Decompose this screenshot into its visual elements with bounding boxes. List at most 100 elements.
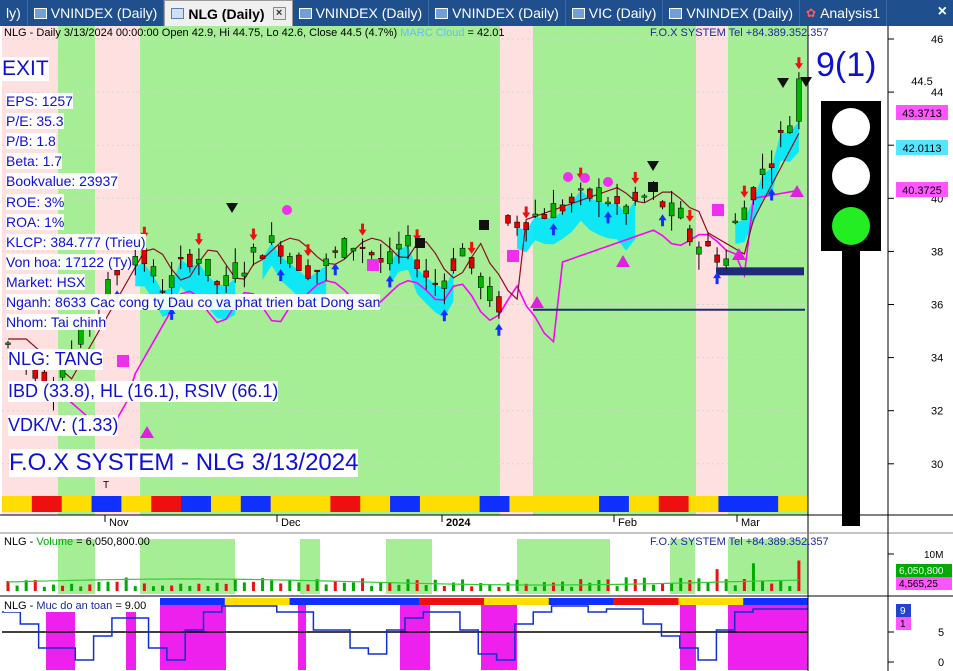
volume-bar xyxy=(788,586,792,591)
tab-prefix[interactable]: ly) xyxy=(0,0,28,26)
tab-vnindex-4[interactable]: VNINDEX (Daily) xyxy=(663,0,800,26)
circle-marker-icon xyxy=(603,177,613,187)
candle-body xyxy=(496,296,502,313)
candle-body xyxy=(214,281,220,286)
date-label: Mar xyxy=(741,517,760,529)
tab-nlg[interactable]: NLG (Daily) × xyxy=(164,0,293,26)
volume-bar xyxy=(415,580,419,591)
volume-bar xyxy=(15,585,19,591)
fundamental-item: P/B: 1.8 xyxy=(6,133,56,150)
candle-body xyxy=(432,282,439,285)
candle-body xyxy=(259,255,266,259)
tab-label: Analysis1 xyxy=(820,5,880,21)
tab-vnindex-3[interactable]: VNINDEX (Daily) xyxy=(429,0,566,26)
candle-body xyxy=(150,266,157,277)
tab-bar: ly) VNINDEX (Daily) NLG (Daily) × VNINDEX… xyxy=(0,0,953,26)
candle-body xyxy=(341,238,348,258)
status-strip-cell xyxy=(748,496,779,512)
tab-vic[interactable]: VIC (Daily) xyxy=(566,0,664,26)
chart-area[interactable]: 10M6,050,8004,565,25 5091 46444240383634… xyxy=(0,26,953,671)
safety-zone xyxy=(298,604,306,670)
volume-bar xyxy=(697,578,701,591)
tab-label: VNINDEX (Daily) xyxy=(686,5,793,21)
candle-body xyxy=(59,369,66,378)
volume-bar xyxy=(179,583,183,591)
volume-bar xyxy=(361,578,365,591)
volume-bar xyxy=(651,584,655,591)
candle-body xyxy=(723,258,729,266)
tab-vnindex-1[interactable]: VNINDEX (Daily) xyxy=(28,0,165,26)
volume-bar xyxy=(242,582,246,591)
volume-bar xyxy=(606,579,610,591)
circle-marker-icon xyxy=(563,172,573,182)
status-strip-cell xyxy=(628,496,660,512)
safety-strip-cell xyxy=(548,598,614,605)
candle-body xyxy=(468,257,475,269)
candle-body xyxy=(141,248,148,265)
volume-bar xyxy=(51,584,55,591)
fundamental-item: Nhom: Tai chinh xyxy=(6,314,107,331)
signal-count: 9(1) xyxy=(816,46,877,84)
volume-bar xyxy=(688,580,692,591)
status-strip-cell xyxy=(539,496,570,512)
candle-body xyxy=(241,272,248,277)
candle-body xyxy=(514,221,520,228)
chart-window-icon xyxy=(171,8,185,19)
fundamental-item: Market: HSX xyxy=(6,273,86,290)
fundamental-item: Nganh: 8633 Cac cong ty Dau co va phat t… xyxy=(6,294,381,310)
volume-bar xyxy=(470,586,474,591)
tab-vnindex-2[interactable]: VNINDEX (Daily) xyxy=(293,0,430,26)
status-strip-cell xyxy=(419,496,451,512)
close-tab-icon[interactable]: × xyxy=(272,7,286,20)
date-label: Feb xyxy=(618,517,637,529)
volume-bar xyxy=(188,585,192,591)
candle-body xyxy=(487,286,493,301)
volume-bar xyxy=(497,586,501,591)
safety-header: NLG - Muc do an toan = 9.00 xyxy=(4,600,147,612)
volume-bar xyxy=(270,580,274,591)
volume-bar xyxy=(161,585,165,591)
safety-tick-label: 5 xyxy=(938,627,944,639)
status-strip-cell xyxy=(151,496,182,512)
fundamental-item: P/E: 35.3 xyxy=(6,113,64,130)
candle-body xyxy=(277,245,284,257)
candle-body xyxy=(796,78,802,122)
price-tick-label: 34 xyxy=(931,353,943,365)
candle-body xyxy=(350,247,357,252)
status-strip-cell xyxy=(360,496,391,512)
volume-bar xyxy=(424,584,428,591)
volume-vendor: F.O.X SYSTEM Tel +84.389.352.357 xyxy=(650,536,829,548)
volume-bar xyxy=(597,579,601,591)
candle-body xyxy=(105,279,111,296)
status-strip-cell xyxy=(599,496,630,512)
volume-bar xyxy=(506,582,510,591)
price-tick-label: 32 xyxy=(931,406,943,418)
candle-body xyxy=(787,125,793,134)
candle-body xyxy=(323,258,329,266)
candle-body xyxy=(305,265,311,279)
safety-strip-cell xyxy=(354,598,420,605)
volume-bar xyxy=(333,580,337,591)
volume-bar xyxy=(670,583,674,591)
candle-body xyxy=(777,129,784,133)
volume-bar xyxy=(79,586,83,591)
price-label: 42.0113 xyxy=(903,143,942,155)
status-strip-cell xyxy=(509,496,540,512)
volume-bar xyxy=(215,582,219,591)
volume-zone xyxy=(140,539,235,594)
candle-body xyxy=(441,280,448,289)
tab-analysis1[interactable]: ✿ Analysis1 xyxy=(800,0,887,26)
candle-body xyxy=(550,203,557,219)
candle-body xyxy=(659,201,666,208)
price-tick-label: 46 xyxy=(931,34,943,46)
safety-strip-cell xyxy=(160,598,225,605)
tab-label: VNINDEX (Daily) xyxy=(50,5,158,21)
candle-body xyxy=(568,196,575,203)
banner-title: F.O.X SYSTEM - NLG 3/13/2024 xyxy=(9,449,359,477)
volume-header: NLG - Volume = 6,050,800.00 xyxy=(4,536,150,548)
candle-body xyxy=(605,201,611,205)
status-strip-cell xyxy=(778,496,809,512)
candle-body xyxy=(223,275,229,286)
close-window-icon[interactable]: × xyxy=(938,3,947,21)
volume-bar xyxy=(733,585,737,591)
